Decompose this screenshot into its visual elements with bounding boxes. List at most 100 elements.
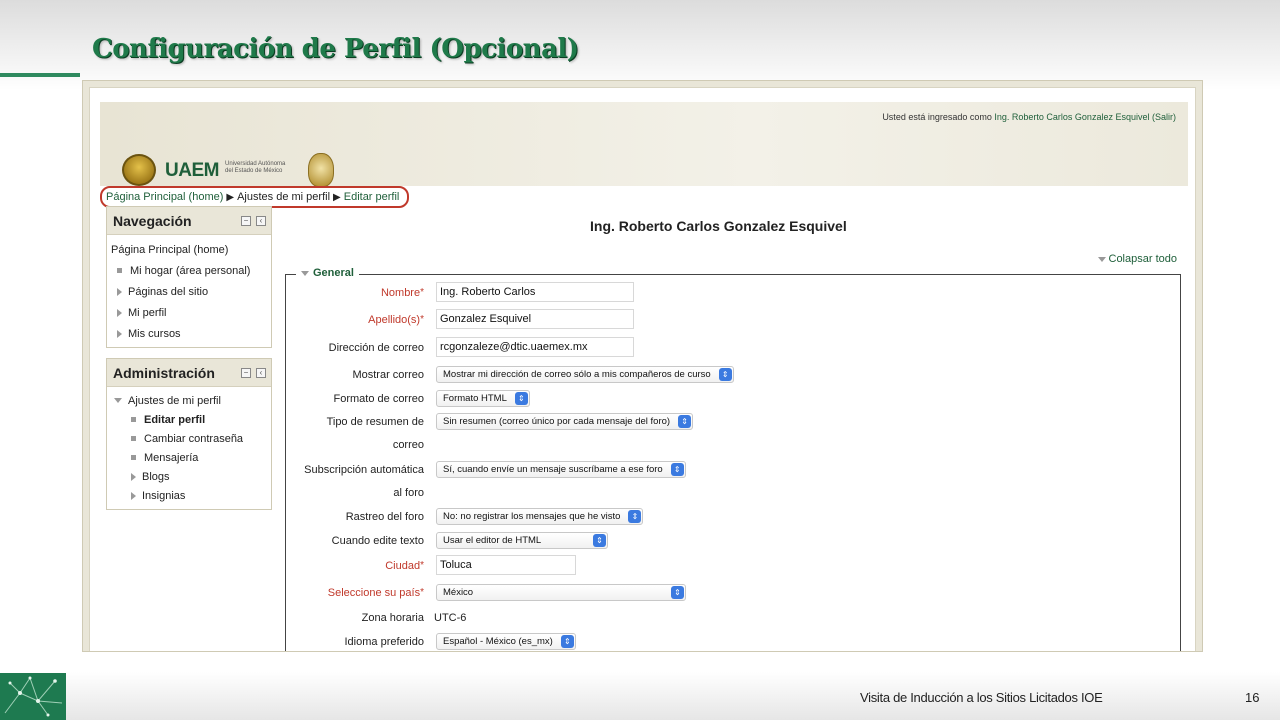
row-digest: Tipo de resumen de correo Sin resumen (co… — [285, 411, 1175, 457]
crest-icon — [308, 153, 334, 187]
section-general-toggle[interactable]: General — [296, 267, 359, 279]
row-autosubscribe: Subscripción automática al foro Sí, cuand… — [285, 459, 1175, 505]
field-label: Nombre* — [380, 287, 424, 299]
screenshot-frame: Usted está ingresado como Ing. Roberto C… — [82, 80, 1203, 652]
row-language: Idioma preferido Español - México (es_mx… — [285, 631, 1175, 651]
slide-title: Configuración de Perfil (Opcional) — [92, 34, 579, 64]
field-label: Seleccione su país* — [327, 587, 424, 599]
login-info: Usted está ingresado como Ing. Roberto C… — [882, 112, 1176, 122]
section-title: General — [313, 267, 354, 279]
row-timezone: Zona horaria UTC-6 — [285, 607, 1175, 629]
title-rule — [0, 73, 80, 77]
admin-item-messaging[interactable]: Mensajería — [111, 448, 265, 467]
row-city: Ciudad* — [285, 555, 1175, 577]
select-arrows-icon: ⇕ — [671, 586, 684, 599]
row-show-email: Mostrar correo Mostrar mi dirección de c… — [285, 364, 1175, 386]
field-label: Zona horaria — [361, 612, 424, 624]
bullet-icon — [131, 417, 136, 422]
row-nombre: Nombre* — [285, 282, 1175, 304]
admin-item-change-password[interactable]: Cambiar contraseña — [111, 429, 265, 448]
logout-link[interactable]: (Salir) — [1152, 112, 1176, 122]
dock-icon[interactable]: ‹ — [256, 368, 266, 378]
block-header: Navegación − ‹ — [107, 207, 271, 235]
browser-page: Usted está ingresado como Ing. Roberto C… — [89, 87, 1196, 651]
expand-arrow-icon — [131, 472, 136, 481]
city-input[interactable] — [436, 555, 576, 575]
expand-arrow-icon — [117, 287, 122, 296]
row-editor: Cuando edite texto Usar el editor de HTM… — [285, 530, 1175, 552]
select-arrows-icon: ⇕ — [560, 635, 574, 648]
dock-icon[interactable]: ‹ — [256, 216, 266, 226]
bullet-icon — [117, 268, 122, 273]
admin-item-profile-settings[interactable]: Ajustes de mi perfil — [111, 391, 265, 410]
timezone-value: UTC-6 — [434, 612, 467, 624]
nav-item-site-pages[interactable]: Páginas del sitio — [111, 281, 265, 302]
site-logo-subtitle: Universidad Autónoma del Estado de Méxic… — [225, 161, 286, 174]
administration-block: Administración − ‹ Ajustes de mi perfil … — [106, 358, 272, 510]
breadcrumb-separator: ▶ — [333, 191, 341, 203]
first-name-input[interactable] — [436, 282, 634, 302]
minimize-icon[interactable]: − — [241, 368, 251, 378]
nav-item-dashboard[interactable]: Mi hogar (área personal) — [111, 260, 265, 281]
admin-item-edit-profile[interactable]: Editar perfil — [111, 410, 265, 429]
block-header: Administración − ‹ — [107, 359, 271, 387]
field-label: Idioma preferido — [344, 636, 425, 648]
country-select[interactable]: México ⇕ — [436, 584, 686, 601]
page-heading: Ing. Roberto Carlos Gonzalez Esquivel — [590, 218, 847, 234]
row-email: Dirección de correo — [285, 337, 1175, 359]
breadcrumb-home[interactable]: Página Principal (home) — [106, 191, 223, 203]
expand-arrow-icon — [131, 491, 136, 500]
text-editor-select[interactable]: Usar el editor de HTML ⇕ — [436, 532, 608, 549]
row-apellido: Apellido(s)* — [285, 309, 1175, 331]
user-link[interactable]: Ing. Roberto Carlos Gonzalez Esquivel — [994, 112, 1149, 122]
select-arrows-icon: ⇕ — [514, 392, 528, 405]
nav-item-my-profile[interactable]: Mi perfil — [111, 302, 265, 323]
network-logo-icon — [0, 673, 66, 720]
field-label: Cuando edite texto — [331, 535, 424, 547]
collapse-all-link[interactable]: Colapsar todo — [1097, 253, 1178, 265]
navigation-block: Navegación − ‹ Página Principal (home) M… — [106, 206, 272, 348]
breadcrumb-current[interactable]: Editar perfil — [344, 191, 400, 203]
digest-type-select[interactable]: Sin resumen (correo único por cada mensa… — [436, 413, 694, 430]
field-label: Dirección de correo — [328, 342, 424, 354]
minimize-icon[interactable]: − — [241, 216, 251, 226]
row-email-format: Formato de correo Formato HTML ⇕ — [285, 388, 1175, 410]
expand-arrow-icon — [117, 308, 122, 317]
field-label: Rastreo del foro — [345, 511, 424, 523]
footer-text: Visita de Inducción a los Sitios Licitad… — [860, 690, 1103, 705]
collapse-arrow-icon — [1097, 256, 1106, 262]
show-email-select[interactable]: Mostrar mi dirección de correo sólo a mi… — [436, 366, 734, 383]
email-format-select[interactable]: Formato HTML ⇕ — [436, 390, 530, 407]
select-arrows-icon: ⇕ — [678, 415, 692, 428]
language-select[interactable]: Español - México (es_mx) ⇕ — [436, 633, 576, 650]
row-country: Seleccione su país* México ⇕ — [285, 582, 1175, 604]
field-label: Mostrar correo — [352, 369, 424, 381]
field-label: Formato de correo — [333, 393, 424, 405]
breadcrumb-settings[interactable]: Ajustes de mi perfil — [237, 191, 330, 203]
page-number: 16 — [1245, 690, 1260, 705]
nav-item-my-courses[interactable]: Mis cursos — [111, 323, 265, 344]
collapse-arrow-icon — [301, 270, 309, 276]
autosubscribe-select[interactable]: Sí, cuando envíe un mensaje suscríbame a… — [436, 461, 686, 478]
field-label: Subscripción automática al foro — [304, 464, 424, 499]
admin-item-badges[interactable]: Insignias — [111, 486, 265, 505]
row-tracking: Rastreo del foro No: no registrar los me… — [285, 506, 1175, 528]
expand-arrow-icon — [117, 329, 122, 338]
select-arrows-icon: ⇕ — [628, 510, 642, 523]
site-logo-text: UAEM — [165, 160, 219, 181]
breadcrumb-separator: ▶ — [226, 191, 235, 203]
forum-tracking-select[interactable]: No: no registrar los mensajes que he vis… — [436, 508, 644, 525]
select-arrows-icon: ⇕ — [670, 463, 684, 476]
bullet-icon — [131, 455, 136, 460]
admin-item-blogs[interactable]: Blogs — [111, 467, 265, 486]
email-input[interactable] — [436, 337, 634, 357]
nav-item-home[interactable]: Página Principal (home) — [111, 239, 265, 260]
select-arrows-icon: ⇕ — [593, 534, 606, 547]
last-name-input[interactable] — [436, 309, 634, 329]
collapse-all-label: Colapsar todo — [1108, 253, 1178, 265]
field-label: Ciudad* — [385, 560, 424, 572]
collapse-arrow-icon — [114, 398, 122, 403]
login-prefix: Usted está ingresado como — [882, 112, 992, 122]
bullet-icon — [131, 436, 136, 441]
field-label: Apellido(s)* — [368, 314, 424, 326]
